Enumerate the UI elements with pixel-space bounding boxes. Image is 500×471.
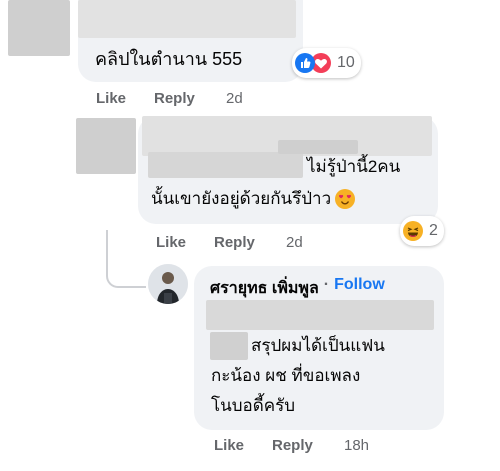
reply-thread-line — [106, 230, 146, 288]
comment-text-line2: นั้นเขายังอยู่ด้วยกันรึป่าว — [151, 187, 356, 211]
comment-text-line1: ไม่รู้ป่านี้2คน — [307, 157, 401, 176]
reaction-count: 2 — [429, 222, 438, 239]
haha-reaction-icon — [403, 221, 423, 241]
comment-timestamp[interactable]: 2d — [286, 234, 303, 251]
avatar-blurred[interactable] — [8, 0, 70, 56]
header-separator: · — [323, 276, 330, 293]
reply-button[interactable]: Reply — [272, 437, 344, 454]
comment-text-line1: สรุปผมได้เป็นแฟน — [251, 336, 385, 355]
comment-text-line3: โนบอดี้ครับ — [211, 396, 296, 415]
reply-button[interactable]: Reply — [214, 234, 286, 251]
author-name-blurred[interactable] — [78, 0, 296, 38]
comment-header: ศรายุทธ เพิ่มพูล · Follow — [210, 276, 385, 301]
follow-button[interactable]: Follow — [334, 276, 385, 301]
mentioned-user-blurred[interactable] — [148, 152, 303, 178]
comment-actions: Like Reply 2d — [96, 90, 243, 107]
like-button[interactable]: Like — [214, 437, 272, 454]
like-reaction-icon — [295, 53, 315, 73]
author-name[interactable]: ศรายุทธ เพิ่มพูล — [210, 276, 319, 301]
comment-text: คลิปในตำนาน 555 — [95, 49, 243, 69]
mentioned-user-blurred[interactable] — [206, 300, 434, 330]
comment-actions: Like Reply 2d — [156, 234, 303, 251]
avatar[interactable] — [148, 264, 188, 304]
comment-timestamp[interactable]: 18h — [344, 437, 369, 454]
comment-timestamp[interactable]: 2d — [226, 90, 243, 107]
comment-text-line2-content: นั้นเขายังอยู่ด้วยกันรึป่าว — [151, 189, 332, 208]
like-button[interactable]: Like — [96, 90, 154, 107]
reply-button[interactable]: Reply — [154, 90, 226, 107]
comment-actions: Like Reply 18h — [214, 437, 369, 454]
mentioned-user-blurred-2[interactable] — [278, 140, 358, 154]
mentioned-user-blurred-2[interactable] — [210, 332, 248, 360]
reaction-summary[interactable]: 2 — [400, 216, 444, 246]
in-love-emoji-icon — [335, 189, 356, 209]
comment-text-line2: กะน้อง ผช ที่ขอเพลง — [211, 366, 361, 385]
like-button[interactable]: Like — [156, 234, 214, 251]
reaction-count: 10 — [337, 54, 355, 71]
avatar-blurred[interactable] — [76, 118, 136, 174]
reaction-summary[interactable]: 10 — [292, 48, 361, 78]
